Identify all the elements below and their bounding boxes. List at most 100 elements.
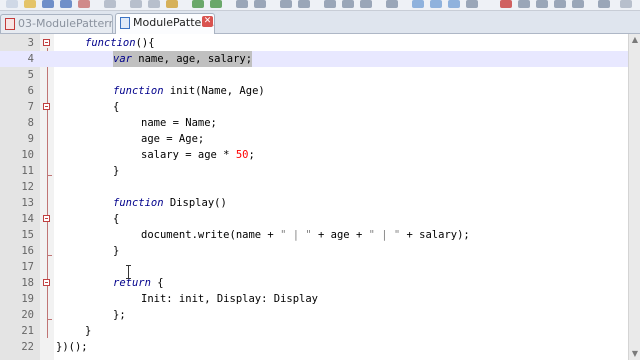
keyword: function <box>85 37 136 49</box>
code-text: }; <box>113 309 126 321</box>
overflow-icon[interactable] <box>620 0 632 8</box>
code-token: document.write(name + <box>141 229 281 241</box>
code-text: name = Name; <box>141 117 217 129</box>
code-text: { <box>113 213 120 225</box>
line-number: 6 <box>27 85 34 97</box>
code-line: 16 } <box>0 243 640 259</box>
code-text: return { <box>113 275 164 291</box>
fold-all-icon[interactable] <box>412 0 424 8</box>
replace-icon[interactable] <box>254 0 266 8</box>
code-line: 10 salary = age * 50; <box>0 147 640 163</box>
code-editor[interactable]: 3 function(){ 4 var name, age, salary; 5… <box>0 34 640 360</box>
save-icon[interactable] <box>42 0 54 8</box>
show-all-chars-icon[interactable] <box>360 0 372 8</box>
vertical-scrollbar[interactable]: ▲ ▼ <box>628 34 640 360</box>
code-line: 22 })(); <box>0 339 640 355</box>
line-number: 11 <box>21 165 34 177</box>
save-macro-icon[interactable] <box>572 0 584 8</box>
code-token: Display() <box>163 197 227 209</box>
code-token: name, age, salary; <box>131 53 253 65</box>
unfold-all-icon[interactable] <box>430 0 442 8</box>
code-line: 14 { <box>0 211 640 227</box>
word-wrap-icon[interactable] <box>342 0 354 8</box>
line-number: 18 <box>21 277 34 289</box>
code-line: 20 }; <box>0 307 640 323</box>
code-text: })(); <box>56 341 88 353</box>
keyword: function <box>113 197 164 209</box>
number-literal: 50 <box>235 149 249 161</box>
stop-macro-icon[interactable] <box>518 0 530 8</box>
code-text: age = Age; <box>141 133 205 145</box>
sync-scroll-icon[interactable] <box>324 0 336 8</box>
js-file-icon <box>120 17 130 29</box>
html-file-icon <box>5 18 15 30</box>
code-line: 9 age = Age; <box>0 131 640 147</box>
function-list-icon[interactable] <box>466 0 478 8</box>
new-file-icon[interactable] <box>6 0 18 8</box>
code-line: 11 } <box>0 163 640 179</box>
code-line: 19 Init: init, Display: Display <box>0 291 640 307</box>
record-macro-icon[interactable] <box>500 0 512 8</box>
indent-guide-icon[interactable] <box>386 0 398 8</box>
line-number: 20 <box>21 309 34 321</box>
code-line: 5 <box>0 67 640 83</box>
line-number: 9 <box>27 133 34 145</box>
keyword: function <box>113 85 164 97</box>
line-number: 3 <box>27 37 34 49</box>
scroll-up-icon[interactable]: ▲ <box>629 34 640 46</box>
code-text: Init: init, Display: Display <box>141 293 319 305</box>
code-text: salary = age * 50; <box>141 147 255 163</box>
find-icon[interactable] <box>236 0 248 8</box>
code-token: ; <box>248 149 255 161</box>
close-file-icon[interactable] <box>78 0 90 8</box>
code-token: (){ <box>135 37 155 49</box>
scroll-down-icon[interactable]: ▼ <box>629 348 640 360</box>
line-number: 21 <box>21 325 34 337</box>
redo-icon[interactable] <box>210 0 222 8</box>
line-number: 5 <box>27 69 34 81</box>
line-number: 15 <box>21 229 34 241</box>
keyword: var <box>113 53 132 65</box>
line-number: 4 <box>27 53 34 65</box>
line-number: 22 <box>21 341 34 353</box>
line-number: 19 <box>21 293 34 305</box>
code-text: { <box>113 101 120 113</box>
keyword: return <box>113 277 151 289</box>
code-text: } <box>85 325 92 337</box>
code-token: salary = age * <box>141 149 236 161</box>
tab-label: 03-ModulePattern.html <box>18 17 112 30</box>
code-text: function(){ <box>85 35 155 51</box>
paste-icon[interactable] <box>166 0 178 8</box>
code-line: 15 document.write(name + " | " + age + "… <box>0 227 640 243</box>
tab-html-file[interactable]: 03-ModulePattern.html <box>0 14 113 33</box>
spell-check-icon[interactable] <box>598 0 610 8</box>
print-icon[interactable] <box>104 0 116 8</box>
close-icon[interactable]: ✕ <box>202 16 213 27</box>
code-line: 17 <box>0 259 640 275</box>
run-macro-multiple-icon[interactable] <box>554 0 566 8</box>
code-line: 12 <box>0 179 640 195</box>
undo-icon[interactable] <box>192 0 204 8</box>
code-text: } <box>113 245 120 257</box>
play-macro-icon[interactable] <box>536 0 548 8</box>
line-number: 14 <box>21 213 34 225</box>
line-number: 17 <box>21 261 34 273</box>
code-token: + age + <box>311 229 369 241</box>
code-line: 6 function init(Name, Age) <box>0 83 640 99</box>
code-token: + salary); <box>400 229 470 241</box>
line-number: 16 <box>21 245 34 257</box>
line-number: 10 <box>21 149 34 161</box>
open-file-icon[interactable] <box>24 0 36 8</box>
line-number: 8 <box>27 117 34 129</box>
zoom-out-icon[interactable] <box>298 0 310 8</box>
save-all-icon[interactable] <box>60 0 72 8</box>
cut-icon[interactable] <box>130 0 142 8</box>
tab-js-file[interactable]: ModulePattern.js ✕ <box>115 13 215 34</box>
code-text: document.write(name + " | " + age + " | … <box>141 227 470 243</box>
string-literal: " | " <box>280 229 312 241</box>
code-text: } <box>113 165 120 177</box>
code-line: 3 function(){ <box>0 35 640 51</box>
doc-map-icon[interactable] <box>448 0 460 8</box>
copy-icon[interactable] <box>148 0 160 8</box>
zoom-in-icon[interactable] <box>280 0 292 8</box>
